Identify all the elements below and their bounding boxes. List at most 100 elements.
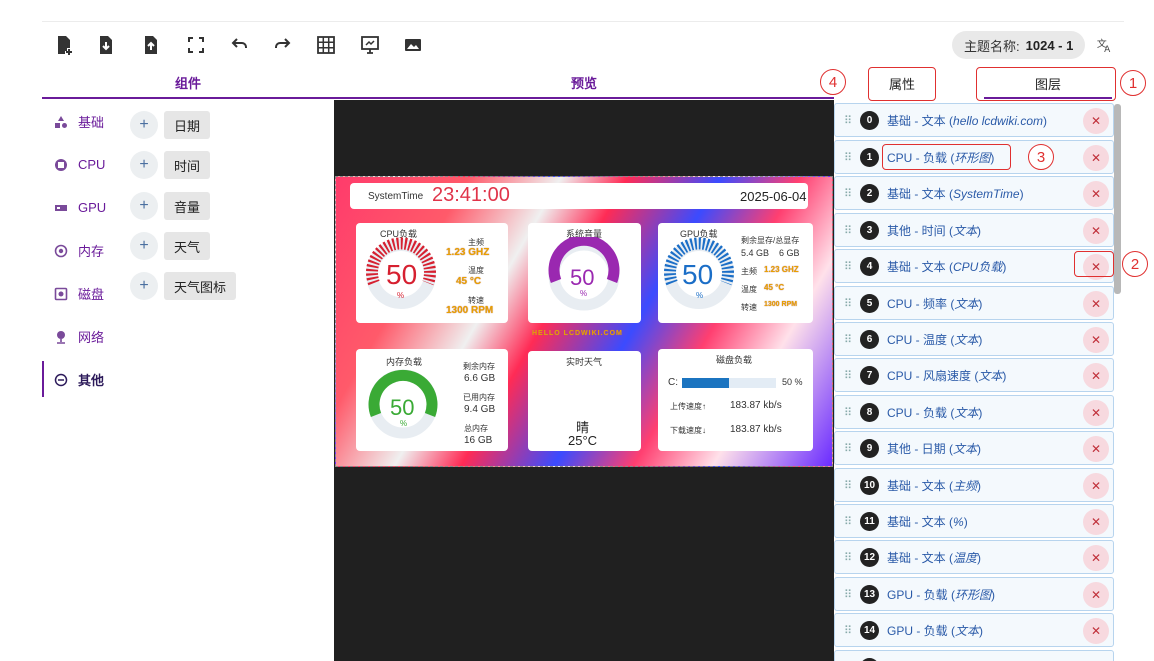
memory-free-label: 剩余内存 (463, 362, 495, 371)
drag-handle-icon[interactable]: ⠿ (839, 442, 857, 455)
top-divider (42, 21, 1124, 22)
drag-handle-icon[interactable]: ⠿ (839, 406, 857, 419)
layer-row[interactable]: ⠿ 4 基础 - 文本 (CPU负载) ✕ (834, 249, 1114, 283)
sidebar-item-basic[interactable]: 基础 (42, 100, 122, 143)
sidebar-item-disk[interactable]: 磁盘 (42, 272, 122, 315)
layers-scrollbar[interactable] (1114, 104, 1121, 294)
gpu-temp: 45 °C (764, 283, 785, 292)
drag-handle-icon[interactable]: ⠿ (839, 624, 857, 637)
layer-row-partial[interactable]: ⠿ (834, 650, 1114, 661)
add-component-button[interactable]: + (130, 192, 158, 220)
layer-name: 基础 - 文本 (SystemTime) (887, 186, 1024, 201)
delete-layer-button[interactable]: ✕ (1083, 363, 1109, 389)
undo-icon[interactable] (225, 32, 253, 58)
delete-layer-button[interactable]: ✕ (1083, 509, 1109, 535)
sidebar-item-cpu[interactable]: CPU (42, 143, 122, 186)
export-file-icon[interactable] (137, 32, 165, 58)
sidebar-item-label: CPU (78, 157, 106, 172)
layer-index: 14 (860, 620, 879, 640)
component-label[interactable]: 天气图标 (164, 272, 237, 300)
delete-layer-button[interactable]: ✕ (1083, 291, 1109, 317)
translate-icon[interactable]: 文A (1094, 34, 1116, 56)
layer-index: 4 (860, 256, 879, 276)
sidebar-item-network[interactable]: 网络 (42, 315, 122, 358)
drag-handle-icon[interactable]: ⠿ (839, 369, 857, 382)
delete-layer-button[interactable]: ✕ (1083, 582, 1109, 608)
import-file-icon[interactable] (92, 32, 120, 58)
drag-handle-icon[interactable]: ⠿ (839, 151, 857, 164)
layer-row[interactable]: ⠿ 2 基础 - 文本 (SystemTime) ✕ (834, 176, 1114, 210)
lcd-screen[interactable]: SystemTime 23:41:00 2025-06-04 CPU负载 50 … (335, 176, 833, 467)
disk-download-label: 下载速度↓ (670, 426, 706, 435)
layer-row[interactable]: ⠿ 14 GPU - 负载 (文本) ✕ (834, 613, 1114, 647)
memory-free: 6.6 GB (464, 373, 496, 384)
component-label[interactable]: 天气 (164, 232, 211, 260)
drag-handle-icon[interactable]: ⠿ (839, 551, 857, 564)
delete-layer-button[interactable]: ✕ (1083, 218, 1109, 244)
sidebar-item-other[interactable]: 其他 (42, 358, 122, 401)
active-indicator (42, 361, 44, 397)
delete-layer-button[interactable]: ✕ (1083, 181, 1109, 207)
sidebar-item-gpu[interactable]: GPU (42, 186, 122, 229)
layer-row[interactable]: ⠿ 13 GPU - 负载 (环形图) ✕ (834, 577, 1114, 611)
grid-icon[interactable] (312, 32, 340, 58)
layer-row[interactable]: ⠿ 8 CPU - 负载 (文本) ✕ (834, 395, 1114, 429)
volume-value: 50 (570, 265, 595, 290)
sidebar-item-memory[interactable]: 内存 (42, 229, 122, 272)
delete-layer-button[interactable]: ✕ (1083, 145, 1109, 171)
layer-row[interactable]: ⠿ 9 其他 - 日期 (文本) ✕ (834, 431, 1114, 465)
drag-handle-icon[interactable]: ⠿ (839, 333, 857, 346)
layer-row[interactable]: ⠿ 3 其他 - 时间 (文本) ✕ (834, 213, 1114, 247)
layer-row[interactable]: ⠿ 11 基础 - 文本 (%) ✕ (834, 504, 1114, 538)
layer-row[interactable]: ⠿ 0 基础 - 文本 (hello lcdwiki.com) ✕ (834, 103, 1114, 137)
layer-index: 3 (860, 220, 879, 240)
theme-name-pill[interactable]: 主题名称: 1024 - 1 (952, 31, 1086, 59)
drag-handle-icon[interactable]: ⠿ (839, 114, 857, 127)
add-component-button[interactable]: + (130, 272, 158, 300)
add-component-button[interactable]: + (130, 232, 158, 260)
disk-upload: 183.87 kb/s (730, 400, 782, 411)
delete-layer-button[interactable]: ✕ (1083, 618, 1109, 644)
component-label[interactable]: 音量 (164, 192, 211, 220)
layer-row[interactable]: ⠿ 6 CPU - 温度 (文本) ✕ (834, 322, 1114, 356)
delete-layer-button[interactable]: ✕ (1083, 545, 1109, 571)
delete-layer-button[interactable]: ✕ (1083, 108, 1109, 134)
layer-row[interactable]: ⠿ 12 基础 - 文本 (温度) ✕ (834, 540, 1114, 574)
new-file-icon[interactable] (50, 32, 78, 58)
memory-unit: % (400, 419, 408, 428)
callout-2: 2 (1122, 251, 1148, 277)
component-label[interactable]: 日期 (164, 111, 211, 139)
screen-preview-icon[interactable] (356, 32, 384, 58)
delete-layer-button[interactable]: ✕ (1083, 436, 1109, 462)
delete-layer-button[interactable]: ✕ (1083, 473, 1109, 499)
add-component-button[interactable]: + (130, 111, 158, 139)
layer-row[interactable]: ⠿ 10 基础 - 文本 (主频) ✕ (834, 468, 1114, 502)
layer-name: 其他 - 日期 (文本) (887, 441, 982, 456)
drag-handle-icon[interactable]: ⠿ (839, 515, 857, 528)
drag-handle-icon[interactable]: ⠿ (839, 297, 857, 310)
layer-row[interactable]: ⠿ 7 CPU - 风扇速度 (文本) ✕ (834, 358, 1114, 392)
fullscreen-icon[interactable] (182, 32, 210, 58)
drag-handle-icon[interactable]: ⠿ (839, 479, 857, 492)
disk-percent: 50 % (782, 377, 803, 387)
component-date: + 日期 (130, 111, 211, 139)
delete-layer-button[interactable]: ✕ (1083, 400, 1109, 426)
layer-name: GPU - 负载 (文本) (887, 623, 984, 638)
drag-handle-icon[interactable]: ⠿ (839, 187, 857, 200)
delete-layer-button[interactable]: ✕ (1083, 327, 1109, 353)
drag-handle-icon[interactable]: ⠿ (839, 224, 857, 237)
cpu-unit: % (397, 291, 405, 300)
component-label[interactable]: 时间 (164, 151, 211, 179)
layer-name: 基础 - 文本 (主频) (887, 478, 982, 493)
sidebar-item-label: 基础 (78, 115, 105, 130)
drag-handle-icon[interactable]: ⠿ (839, 588, 857, 601)
image-icon[interactable] (399, 32, 427, 58)
cpu-icon (54, 158, 68, 172)
layer-index: 5 (860, 293, 879, 313)
weather-temp: 25°C (568, 433, 598, 448)
add-component-button[interactable]: + (130, 151, 158, 179)
callout-3: 3 (1028, 144, 1054, 170)
drag-handle-icon[interactable]: ⠿ (839, 260, 857, 273)
redo-icon[interactable] (269, 32, 297, 58)
layer-row[interactable]: ⠿ 5 CPU - 频率 (文本) ✕ (834, 286, 1114, 320)
